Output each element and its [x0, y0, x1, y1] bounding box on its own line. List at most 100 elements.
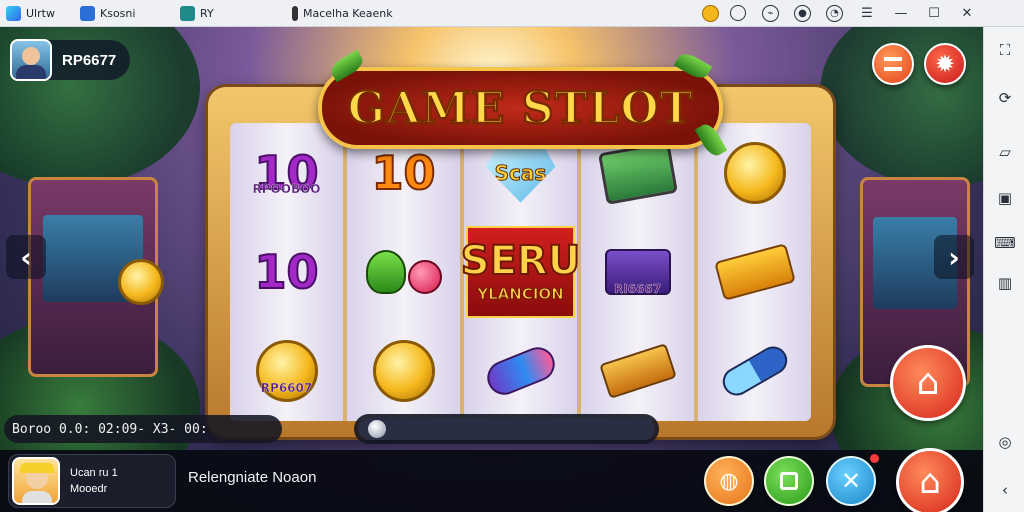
player-avatar [10, 39, 52, 81]
reel-symbol [698, 222, 811, 321]
emulator-titlebar: Ulrtw Ksosni RY Macelha Keaenk ⌁ ● ◔ ☰ —… [0, 0, 1024, 27]
tab-bluestacks[interactable]: RY [180, 4, 214, 23]
logo-title: GAME STLOT [346, 81, 694, 135]
reel-5 [698, 123, 811, 421]
menu-button[interactable] [872, 43, 914, 85]
stop-button[interactable] [764, 456, 814, 506]
close-icon[interactable]: ✕ [957, 3, 977, 23]
back-icon[interactable]: ‹ [994, 479, 1016, 501]
reel-symbol [581, 322, 694, 421]
red-panel-symbol: SERU YLANCION [460, 226, 581, 318]
reel-symbol: 10 [230, 222, 343, 321]
cash-symbol [598, 343, 677, 400]
gem-symbol: Scas [485, 142, 556, 203]
symbol-caption: RI6667 [613, 281, 662, 296]
panel-small-text: YLANCION [477, 284, 564, 303]
ticket-symbol [713, 243, 796, 301]
ticker-text: Boroo 0.0: 02:09- X3- 00: [12, 421, 208, 437]
coin-icon: ◍ [719, 468, 739, 494]
reel-2: 10 [347, 123, 464, 421]
home-button[interactable]: ⌂ [896, 448, 964, 512]
keyboard-icon[interactable]: ⌨ [994, 232, 1016, 254]
home-icon: ⌂ [919, 462, 941, 502]
status-message: Relengniate Noaon [188, 469, 317, 486]
minimize-icon[interactable]: — [891, 3, 911, 23]
reel-symbol [464, 322, 577, 421]
notification-dot [870, 454, 879, 463]
floating-coin [118, 259, 164, 305]
tab-doc[interactable]: Macelha Keaenk [292, 4, 393, 23]
reel-symbol: RI6667 [581, 222, 694, 321]
cherry-symbol [407, 259, 442, 294]
reel-symbol [347, 222, 460, 321]
reel-symbol: RP6607 [230, 322, 343, 421]
chest-symbol [597, 140, 678, 205]
panel-big-text: SERU [460, 237, 581, 284]
volume-icon[interactable]: ▥ [994, 272, 1016, 294]
game-logo: GAME STLOT [318, 67, 723, 149]
avatar-icon[interactable] [728, 3, 748, 23]
window-icon [80, 6, 95, 21]
reel-3: Scas SERU YLANCION [460, 123, 581, 421]
coin-button[interactable]: ◍ [704, 456, 754, 506]
app-icon [6, 6, 21, 21]
reel-symbol: 10 RPOOBOO [230, 123, 343, 222]
ticker-bar: Boroo 0.0: 02:09- X3- 00: [4, 415, 282, 443]
timer-icon[interactable]: ◔ [826, 5, 843, 22]
gear-icon: ✹ [934, 50, 956, 78]
reel-1: 10 RPOOBOO 10 RP6607 [230, 123, 347, 421]
stop-icon [780, 472, 798, 490]
coin-symbol [723, 141, 786, 204]
symbol-caption: RPOOBOO [252, 182, 321, 197]
user-line-1: Ucan ru 1 [70, 467, 118, 479]
doc-icon [292, 6, 298, 21]
shake-icon[interactable]: ▱ [994, 141, 1016, 163]
number-symbol: 10 [253, 244, 319, 300]
symbol-caption: RP6607 [260, 380, 313, 395]
coin-symbol [372, 340, 435, 403]
tab-label: Ulrtw [26, 7, 55, 20]
number-symbol: 10 [370, 145, 436, 201]
reel-4: RI6667 [581, 123, 698, 421]
location-icon[interactable]: ◎ [994, 431, 1016, 453]
tab-app[interactable]: Ulrtw [6, 4, 55, 23]
gift-icon[interactable]: ⌁ [762, 5, 779, 22]
gem-text: Scas [494, 160, 547, 185]
spin-progress-bar[interactable] [354, 414, 659, 444]
home-icon: ⌂ [916, 362, 940, 403]
tools-icon: ✕ [840, 467, 862, 495]
tab-label: RY [200, 7, 214, 20]
player-badge[interactable]: RP6677 [10, 39, 131, 81]
emulator-sidebar: ⛶ ⟳ ▱ ▣ ⌨ ▥ ◎ ‹ [983, 27, 1024, 512]
player-name: RP6677 [62, 51, 117, 69]
tab-window[interactable]: Ksosni [80, 4, 135, 23]
maximize-icon[interactable]: ☐ [924, 3, 944, 23]
menu-icon [884, 57, 902, 71]
hamburger-icon[interactable]: ☰ [857, 3, 877, 23]
game-viewport[interactable]: RP6677 ✹ ‹ › 10 RPOOBOO 10 RP6607 10 Scas SERU… [0, 27, 983, 512]
leaf-symbol [365, 249, 406, 294]
progress-track [358, 418, 655, 440]
bottom-bar: Ucan ru 1 Mooedr Relengniate Noaon ◍ ✕ ⌂ [0, 448, 983, 512]
reel-symbol [698, 322, 811, 421]
coin-icon[interactable] [700, 3, 720, 23]
settings-button[interactable]: ✹ [924, 43, 966, 85]
user-chip[interactable]: Ucan ru 1 Mooedr [8, 454, 176, 508]
tools-button[interactable]: ✕ [826, 456, 876, 506]
tab-label: Ksosni [100, 7, 136, 20]
rotate-icon[interactable]: ⟳ [994, 87, 1016, 109]
reel-grid: 10 RPOOBOO 10 RP6607 10 Scas SERU YLANCION RI666… [230, 123, 811, 421]
reel-symbol [347, 322, 460, 421]
bluestacks-icon [180, 6, 195, 21]
user-avatar [12, 457, 60, 505]
next-arrow[interactable]: › [934, 235, 974, 279]
home-button-large[interactable]: ⌂ [890, 345, 966, 421]
cap-symbol [717, 341, 792, 401]
user-line-2: Mooedr [70, 483, 108, 495]
settings-icon[interactable]: ● [794, 5, 811, 22]
fullscreen-icon[interactable]: ⛶ [994, 39, 1016, 61]
screenshot-icon[interactable]: ▣ [994, 187, 1016, 209]
prev-arrow[interactable]: ‹ [6, 235, 46, 279]
reel-symbol: SERU YLANCION [460, 222, 581, 321]
candy-symbol [481, 342, 560, 401]
